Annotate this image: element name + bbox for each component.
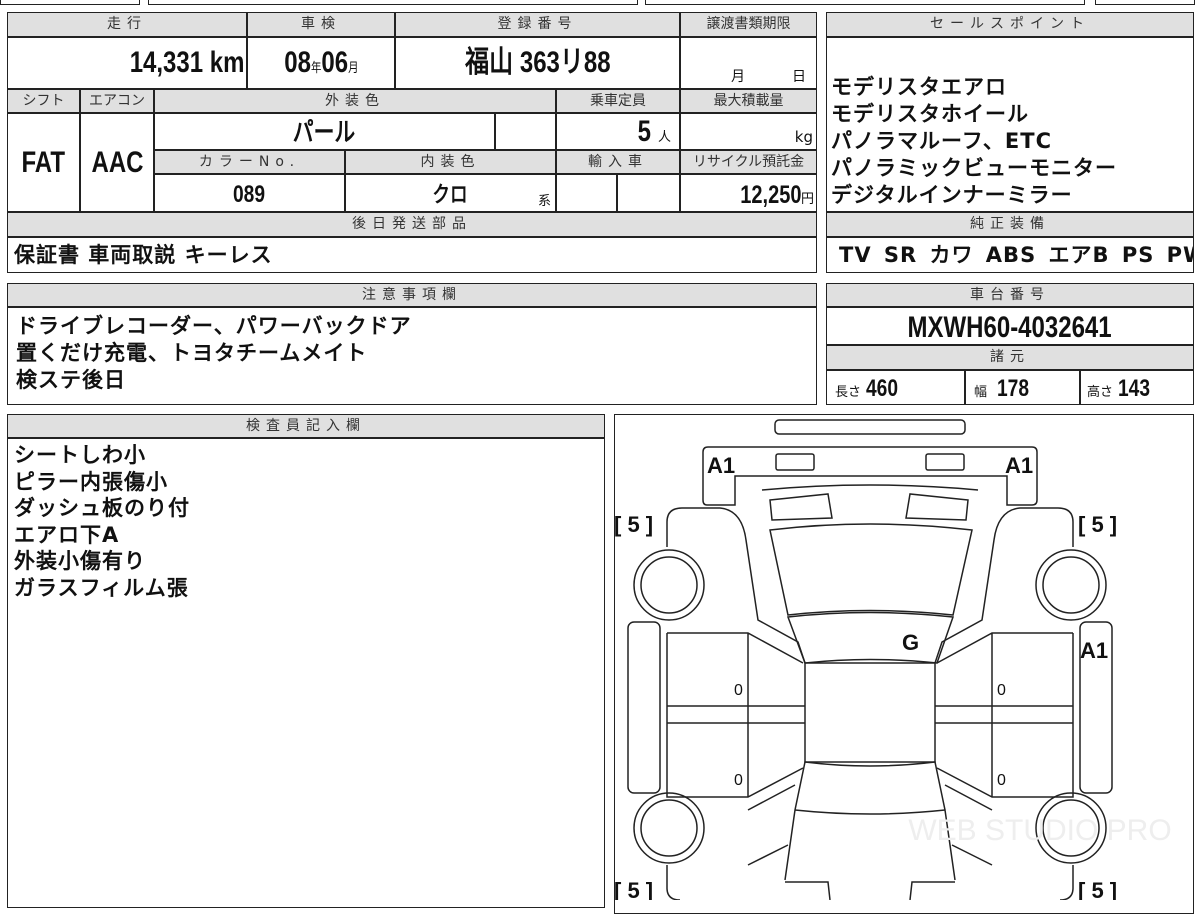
- mark-tire-rr: [ 5 ]: [1078, 878, 1117, 900]
- inspector-line: ガラスフィルム張: [14, 575, 189, 600]
- inspection-label: 車検: [247, 12, 395, 37]
- side-strip-left: [627, 621, 661, 794]
- roof: [786, 611, 955, 664]
- mark-right-side: A1: [1080, 638, 1108, 663]
- top-strip-box: [148, 0, 638, 5]
- watermark: WEB STUDIO PRO: [908, 814, 1171, 847]
- inspector-label: 検査員記入欄: [7, 414, 605, 438]
- headlight-right: [925, 453, 965, 471]
- mark-tire-fr: [ 5 ]: [1078, 512, 1117, 537]
- transfer-deadline-value: 月日: [680, 37, 817, 89]
- ac-value: AAC: [80, 113, 154, 212]
- left-front-fender: [666, 507, 806, 664]
- length-cell: 長さ 460: [826, 370, 965, 405]
- windshield: [769, 523, 973, 616]
- capacity-label: 乗車定員: [556, 89, 680, 113]
- inspector-line: ダッシュ板のり付: [14, 496, 190, 520]
- chassis-label: 車台番号: [826, 283, 1194, 307]
- top-strip-box: [645, 0, 1085, 5]
- max-load-label: 最大積載量: [680, 89, 817, 113]
- mark-door-fl: 0: [734, 682, 743, 699]
- shift-value: FAT: [7, 113, 80, 212]
- top-strip-box: [1095, 0, 1195, 5]
- mileage-value: 14,331 km: [7, 37, 247, 89]
- mark-door-fr: 0: [997, 682, 1006, 699]
- color-no-value: 089: [154, 174, 345, 212]
- ext-color-value: パール: [154, 113, 495, 150]
- front-bumper: [774, 419, 966, 435]
- headlight-left: [775, 453, 815, 471]
- mark-door-rr: 0: [997, 772, 1006, 789]
- ac-label: エアコン: [80, 89, 154, 113]
- mark-door-rl: 0: [734, 772, 743, 789]
- rear-bumper: [785, 881, 955, 900]
- notes-body: ドライブレコーダー、パワーバックドア 置くだけ充電、トヨタチームメイト 検ステ後…: [7, 307, 817, 405]
- equipment-label: 純正装備: [826, 212, 1194, 237]
- height-cell: 高さ 143: [1080, 370, 1194, 405]
- mark-front-left: A1: [707, 453, 735, 478]
- mark-tire-rl: [ 5 ]: [614, 878, 653, 900]
- left-rear-fender: [666, 784, 796, 900]
- inspector-line: エアロ下A: [14, 522, 120, 547]
- transfer-deadline-label: 譲渡書類期限: [680, 12, 817, 37]
- note-line: 置くだけ充電、トヨタチームメイト: [16, 341, 368, 365]
- grille: [761, 484, 979, 521]
- inspection-value: 08年06月: [247, 37, 395, 89]
- wheel-fr: [1035, 549, 1107, 621]
- registration-label: 登録番号: [395, 12, 680, 37]
- import-cell-1: [556, 174, 617, 212]
- import-label: 輸入車: [556, 150, 680, 174]
- mark-front-right: A1: [1005, 453, 1033, 478]
- color-no-label: カラーNo.: [154, 150, 345, 174]
- mark-tire-fl: [ 5 ]: [614, 512, 653, 537]
- max-load-value: kg: [680, 113, 817, 150]
- sales-point-item: パノラマルーフ、ETC: [831, 129, 1052, 153]
- later-parts-label: 後日発送部品: [7, 212, 817, 237]
- wheel-fl: [633, 549, 705, 621]
- recycle-value: 12,250円: [680, 174, 817, 212]
- equipment-value: TV SR カワ ABS エアB PS PW: [826, 237, 1194, 273]
- ext-color-extra: [495, 113, 556, 150]
- later-parts-value: 保証書 車両取説 キーレス: [7, 237, 817, 273]
- capacity-value: 5 人: [556, 113, 680, 150]
- sales-points-label: セールスポイント: [826, 12, 1194, 37]
- inspector-line: シートしわ小: [14, 443, 146, 467]
- chassis-value: MXWH60-4032641: [826, 307, 1194, 345]
- sales-point-item: モデリスタエアロ: [831, 75, 1007, 99]
- inspector-line: 外装小傷有り: [14, 549, 146, 573]
- car-diagram: WEB STUDIO PRO A1 A1 A1 G [ 5 ] [ 5 ] [ …: [614, 419, 1172, 900]
- inspector-body: シートしわ小 ピラー内張傷小 ダッシュ板のり付 エアロ下A 外装小傷有り ガラス…: [7, 438, 605, 908]
- wheel-rl: [633, 792, 705, 864]
- int-color-value: クロ系: [345, 174, 556, 212]
- note-line: 検ステ後日: [16, 368, 126, 392]
- sales-points-list: モデリスタエアロ モデリスタホイール パノラマルーフ、ETC パノラミックビュー…: [826, 37, 1194, 212]
- spec-label: 諸元: [826, 345, 1194, 370]
- width-cell: 幅 178: [965, 370, 1080, 405]
- notes-label: 注意事項欄: [7, 283, 817, 307]
- cabin: [804, 662, 936, 763]
- right-front-fender: [934, 507, 1074, 664]
- top-strip-box: [0, 0, 140, 5]
- note-line: ドライブレコーダー、パワーバックドア: [16, 314, 412, 338]
- mileage-label: 走行: [7, 12, 247, 37]
- inspector-line: ピラー内張傷小: [14, 469, 168, 494]
- sales-point-item: パノラミックビューモニター: [831, 156, 1117, 180]
- recycle-label: リサイクル預託金: [680, 150, 817, 174]
- shift-label: シフト: [7, 89, 80, 113]
- hood: [702, 446, 1038, 506]
- registration-value: 福山 363リ88: [395, 37, 680, 89]
- sales-point-item: デジタルインナーミラー: [831, 183, 1073, 207]
- ext-color-label: 外装色: [154, 89, 556, 113]
- import-cell-2: [617, 174, 680, 212]
- int-color-label: 内装色: [345, 150, 556, 174]
- sales-point-item: モデリスタホイール: [831, 102, 1029, 126]
- mark-roof: G: [902, 630, 919, 655]
